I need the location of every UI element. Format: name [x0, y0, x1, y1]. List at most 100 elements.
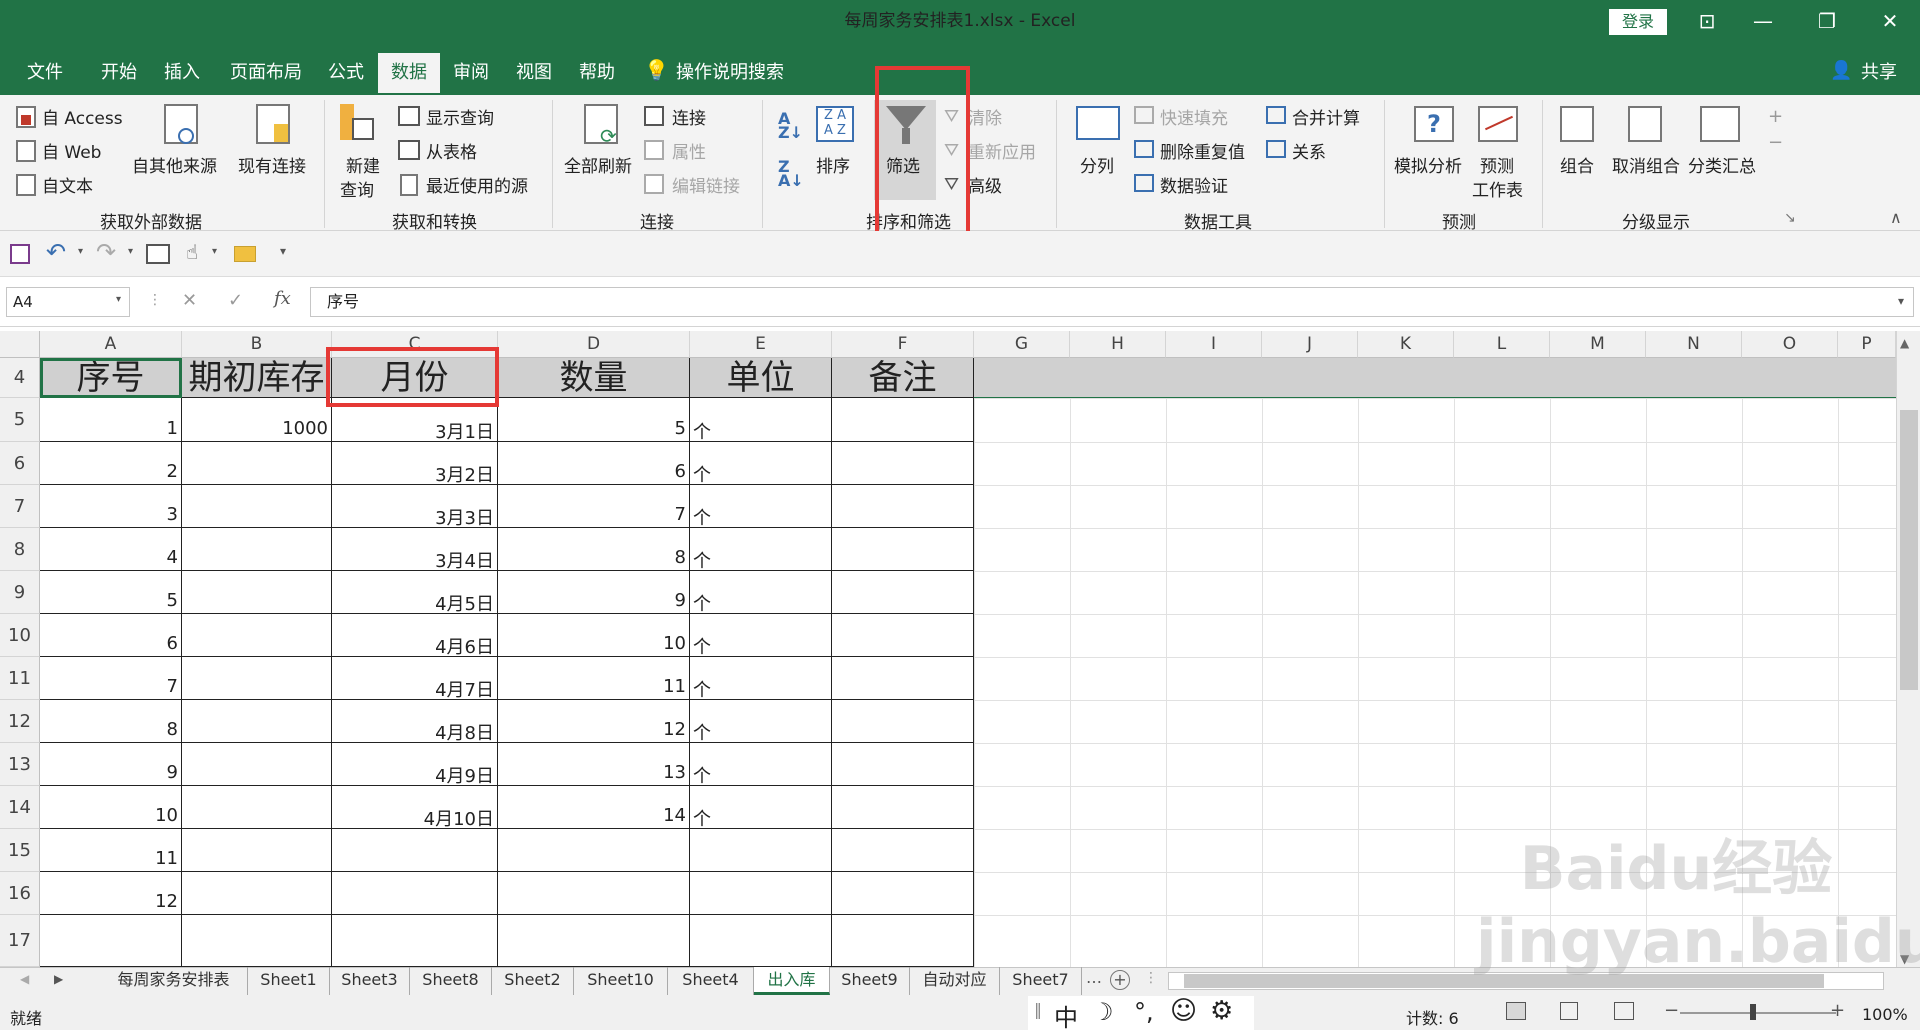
- column-header-K[interactable]: K: [1358, 331, 1454, 358]
- table-cell[interactable]: 13: [498, 743, 690, 786]
- header-cell-unit[interactable]: 单位: [690, 358, 832, 398]
- header-cell-note[interactable]: 备注: [832, 358, 974, 398]
- table-cell[interactable]: [832, 442, 974, 485]
- table-cell[interactable]: 4月10日: [332, 786, 498, 829]
- table-cell[interactable]: 14: [498, 786, 690, 829]
- table-cell[interactable]: 个: [690, 786, 832, 829]
- tab-review[interactable]: 审阅: [444, 53, 498, 93]
- table-cell[interactable]: [332, 829, 498, 872]
- collapse-ribbon-icon[interactable]: ∧: [1890, 208, 1902, 227]
- table-cell[interactable]: 个: [690, 571, 832, 614]
- refresh-all-button[interactable]: 全部刷新: [564, 152, 632, 177]
- column-header-M[interactable]: M: [1550, 331, 1646, 358]
- new-query-button-2[interactable]: 查询: [340, 176, 374, 201]
- recent-sources-button[interactable]: 最近使用的源: [426, 172, 528, 197]
- column-header-A[interactable]: A: [40, 331, 182, 358]
- table-cell[interactable]: [332, 872, 498, 915]
- table-cell[interactable]: 10: [498, 614, 690, 657]
- column-header-E[interactable]: E: [690, 331, 832, 358]
- table-cell[interactable]: [832, 700, 974, 743]
- reapply-button[interactable]: 重新应用: [968, 138, 1036, 163]
- table-cell[interactable]: 4月7日: [332, 657, 498, 700]
- table-cell[interactable]: [182, 571, 332, 614]
- column-header-G[interactable]: G: [974, 331, 1070, 358]
- table-cell[interactable]: [832, 528, 974, 571]
- column-header-N[interactable]: N: [1646, 331, 1742, 358]
- more-sheets-icon[interactable]: …: [1086, 968, 1102, 987]
- column-header-L[interactable]: L: [1454, 331, 1550, 358]
- tell-me-search[interactable]: 操作说明搜索: [676, 53, 806, 93]
- sheet-tab-2[interactable]: Sheet3: [330, 967, 410, 995]
- table-cell[interactable]: 4月9日: [332, 743, 498, 786]
- table-cell[interactable]: [832, 657, 974, 700]
- table-cell[interactable]: 12: [40, 872, 182, 915]
- sheet-tab-6[interactable]: Sheet4: [668, 967, 754, 995]
- table-cell[interactable]: [182, 700, 332, 743]
- zoom-out-icon[interactable]: −: [1664, 1000, 1679, 1021]
- row-header-17[interactable]: 17: [0, 915, 40, 967]
- sheet-tab-4[interactable]: Sheet2: [492, 967, 574, 995]
- scroll-up-icon[interactable]: ▲: [1900, 336, 1909, 350]
- table-cell[interactable]: 4: [40, 528, 182, 571]
- minimize-icon[interactable]: —: [1735, 0, 1791, 43]
- header-cell-qty[interactable]: 数量: [498, 358, 690, 398]
- table-cell[interactable]: 11: [498, 657, 690, 700]
- table-cell[interactable]: [40, 915, 182, 967]
- table-cell[interactable]: [690, 872, 832, 915]
- touch-mode-icon[interactable]: ☝: [186, 240, 198, 264]
- table-cell[interactable]: 11: [40, 829, 182, 872]
- settings-gear-icon[interactable]: ⚙: [1210, 996, 1233, 1026]
- show-queries-button[interactable]: 显示查询: [426, 104, 494, 129]
- insert-function-icon[interactable]: fx: [274, 288, 291, 309]
- print-preview-icon[interactable]: [146, 244, 170, 264]
- undo-dropdown-icon[interactable]: ▾: [78, 246, 83, 257]
- table-cell[interactable]: [690, 915, 832, 967]
- column-header-B[interactable]: B: [182, 331, 332, 358]
- table-cell[interactable]: 1: [40, 398, 182, 442]
- header-cell-stock[interactable]: 期初库存: [182, 358, 332, 398]
- table-cell[interactable]: 7: [40, 657, 182, 700]
- next-sheet-icon[interactable]: ▶: [54, 972, 63, 986]
- zoom-level[interactable]: 100%: [1862, 1005, 1908, 1024]
- table-cell[interactable]: [832, 786, 974, 829]
- table-cell[interactable]: 4月6日: [332, 614, 498, 657]
- table-cell[interactable]: 个: [690, 614, 832, 657]
- table-cell[interactable]: [832, 872, 974, 915]
- vertical-scroll-thumb[interactable]: [1900, 410, 1918, 690]
- table-cell[interactable]: [832, 398, 974, 442]
- tab-file[interactable]: 文件: [10, 53, 80, 93]
- table-cell[interactable]: 9: [40, 743, 182, 786]
- row-header-5[interactable]: 5: [0, 398, 40, 442]
- table-cell[interactable]: [832, 829, 974, 872]
- row-header-15[interactable]: 15: [0, 829, 40, 872]
- clear-filter-button[interactable]: 清除: [968, 104, 1002, 129]
- table-cell[interactable]: 6: [40, 614, 182, 657]
- forecast-button-2[interactable]: 工作表: [1472, 176, 1523, 201]
- row-header-16[interactable]: 16: [0, 872, 40, 915]
- undo-icon[interactable]: ↶: [46, 238, 66, 266]
- table-cell[interactable]: 7: [498, 485, 690, 528]
- from-table-button[interactable]: 从表格: [426, 138, 477, 163]
- tab-page-layout[interactable]: 页面布局: [220, 53, 312, 93]
- relationships-button[interactable]: 关系: [1292, 138, 1326, 163]
- table-cell[interactable]: [832, 915, 974, 967]
- table-cell[interactable]: [498, 915, 690, 967]
- ungroup-button[interactable]: 取消组合: [1612, 152, 1680, 177]
- sheet-tab-10[interactable]: Sheet7: [1000, 967, 1082, 995]
- sheet-tab-3[interactable]: Sheet8: [410, 967, 492, 995]
- row-header-10[interactable]: 10: [0, 614, 40, 657]
- from-access-button[interactable]: 自 Access: [42, 104, 123, 129]
- emoji-icon[interactable]: ☺: [1170, 996, 1197, 1026]
- table-cell[interactable]: 10: [40, 786, 182, 829]
- row-header-11[interactable]: 11: [0, 657, 40, 700]
- table-cell[interactable]: 4月8日: [332, 700, 498, 743]
- show-detail-icon[interactable]: + −: [1768, 104, 1783, 156]
- close-icon[interactable]: ✕: [1862, 0, 1918, 43]
- from-web-button[interactable]: 自 Web: [42, 138, 101, 163]
- tab-data[interactable]: 数据: [378, 53, 440, 93]
- row-header-14[interactable]: 14: [0, 786, 40, 829]
- table-cell[interactable]: [832, 614, 974, 657]
- table-cell[interactable]: [690, 829, 832, 872]
- connections-button[interactable]: 连接: [672, 104, 706, 129]
- row-header-13[interactable]: 13: [0, 743, 40, 786]
